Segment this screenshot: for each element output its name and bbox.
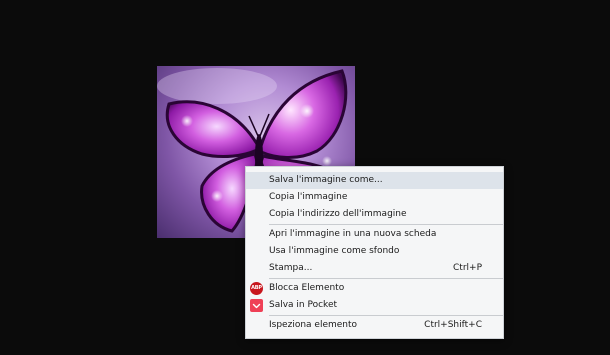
menu-item-label: Stampa... bbox=[269, 263, 313, 273]
menu-item-copy-image[interactable]: Copia l'immagine bbox=[246, 189, 503, 206]
page-background: Salva l'immagine come... Copia l'immagin… bbox=[0, 0, 610, 355]
menu-separator bbox=[269, 278, 503, 279]
menu-item-copy-image-address[interactable]: Copia l'indirizzo dell'immagine bbox=[246, 206, 503, 223]
menu-item-save-to-pocket[interactable]: Salva in Pocket bbox=[246, 297, 503, 314]
menu-item-block-element[interactable]: ABP Blocca Elemento bbox=[246, 280, 503, 297]
menu-item-label: Ispeziona elemento bbox=[269, 320, 358, 330]
pocket-icon bbox=[250, 299, 263, 312]
menu-item-label: Blocca Elemento bbox=[269, 283, 345, 293]
menu-item-label: Copia l'immagine bbox=[269, 192, 348, 202]
menu-item-label: Salva in Pocket bbox=[269, 300, 338, 310]
context-menu: Salva l'immagine come... Copia l'immagin… bbox=[245, 166, 504, 339]
menu-item-open-image-new-tab[interactable]: Apri l'immagine in una nuova scheda bbox=[246, 226, 503, 243]
menu-item-inspect-element[interactable]: Ispeziona elemento Ctrl+Shift+C bbox=[246, 317, 503, 334]
menu-separator bbox=[269, 224, 503, 225]
menu-item-label: Copia l'indirizzo dell'immagine bbox=[269, 209, 407, 219]
menu-item-set-as-background[interactable]: Usa l'immagine come sfondo bbox=[246, 243, 503, 260]
menu-item-shortcut: Ctrl+P bbox=[453, 263, 482, 273]
menu-item-label: Apri l'immagine in una nuova scheda bbox=[269, 229, 437, 239]
adblock-plus-icon: ABP bbox=[250, 282, 263, 295]
menu-item-save-image-as[interactable]: Salva l'immagine come... bbox=[246, 172, 503, 189]
menu-item-label: Usa l'immagine come sfondo bbox=[269, 246, 400, 256]
menu-item-shortcut: Ctrl+Shift+C bbox=[424, 320, 482, 330]
menu-item-print[interactable]: Stampa... Ctrl+P bbox=[246, 260, 503, 277]
menu-item-label: Salva l'immagine come... bbox=[269, 175, 383, 185]
menu-separator bbox=[269, 315, 503, 316]
